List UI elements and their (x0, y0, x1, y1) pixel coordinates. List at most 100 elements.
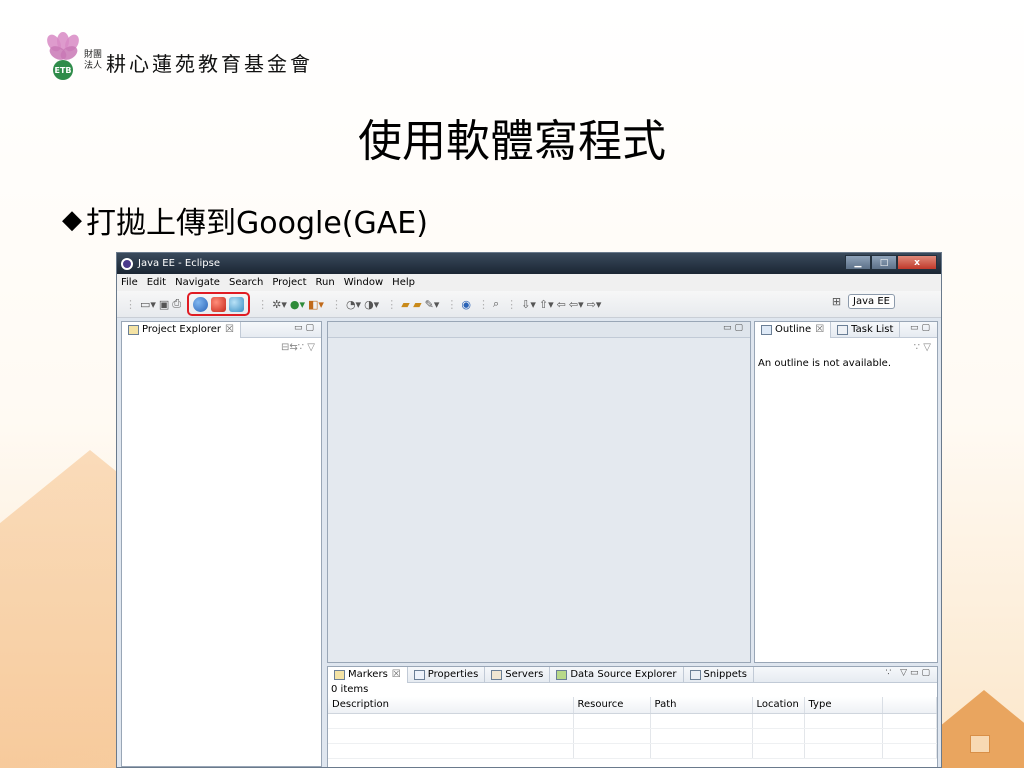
organization-logo: ETB 財團 法人 耕心蓮苑教育基金會 (44, 32, 314, 82)
view-menu-icon[interactable]: ∵ ▽ (914, 342, 931, 353)
table-row (328, 743, 937, 759)
organization-name: 耕心蓮苑教育基金會 (106, 51, 314, 76)
gae-deploy-icon[interactable] (193, 296, 209, 312)
menu-window[interactable]: Window (344, 277, 383, 288)
outline-header: Outline ☒ Task List ▭▢ (755, 321, 937, 338)
search-icon[interactable]: ⌕ (493, 297, 499, 311)
view-menu-icon[interactable]: ∵ ▽ (298, 342, 315, 353)
project-explorer-label: Project Explorer (142, 324, 222, 335)
gae-project-icon[interactable] (211, 296, 227, 312)
snippets-icon (689, 669, 701, 680)
data-source-explorer-label: Data Source Explorer (570, 669, 677, 680)
toolbar-separator: ⋮ (477, 297, 489, 311)
save-icon[interactable]: ▣ (159, 298, 169, 311)
toolbar-separator: ⋮ (386, 297, 398, 311)
close-tab-icon[interactable]: ☒ (225, 324, 234, 335)
outline-message: An outline is not available. (758, 358, 891, 369)
markers-header: Markers ☒ Properties Servers Data Source… (328, 666, 937, 683)
edit-icon[interactable]: ✎▾ (425, 298, 440, 311)
editor-header: ▭▢ (328, 322, 750, 338)
outline-label: Outline (775, 324, 812, 335)
run-icon[interactable]: ●▾ (290, 298, 305, 311)
menu-edit[interactable]: Edit (147, 277, 166, 288)
table-row (328, 728, 937, 744)
new-icon[interactable]: ▭▾ (140, 298, 156, 311)
gae-toolbar-highlight (187, 292, 251, 316)
tab-project-explorer[interactable]: Project Explorer ☒ (122, 321, 241, 338)
project-explorer-header: Project Explorer ☒ ▭▢ (122, 321, 321, 338)
tab-servers[interactable]: Servers (485, 666, 551, 683)
close-tab-icon[interactable]: ☒ (392, 669, 401, 680)
column-description[interactable]: Description (328, 697, 574, 714)
servers-label: Servers (505, 669, 544, 680)
window-controls: ▁ □ x (845, 255, 937, 270)
logo-small-top: 財團 (84, 50, 103, 60)
column-location[interactable]: Location (752, 697, 805, 714)
menu-search[interactable]: Search (229, 277, 263, 288)
column-filler (882, 697, 937, 714)
prev-annotation-icon[interactable]: ⇧▾ (539, 298, 554, 311)
close-tab-icon[interactable]: ☒ (815, 324, 824, 335)
menu-navigate[interactable]: Navigate (175, 277, 220, 288)
markers-panel: Markers ☒ Properties Servers Data Source… (327, 666, 938, 767)
link-editor-icon[interactable]: ⇆ (289, 342, 297, 353)
outline-panel: Outline ☒ Task List ▭▢ ∵ ▽ An outline is… (754, 321, 938, 663)
next-annotation-icon[interactable]: ⇩▾ (521, 298, 536, 311)
markers-table: Description Resource Path Location Type (328, 697, 937, 759)
column-type[interactable]: Type (804, 697, 883, 714)
perspective-java-ee[interactable]: Java EE (848, 294, 895, 309)
menu-file[interactable]: File (121, 277, 138, 288)
close-button[interactable]: x (897, 255, 937, 270)
window-titlebar[interactable]: Java EE - Eclipse ▁ □ x (117, 253, 941, 274)
panel-menu-min-max-icon[interactable]: ∵ ▽▭▢ (885, 668, 933, 678)
back-icon[interactable]: ⇦ (557, 298, 566, 311)
tab-snippets[interactable]: Snippets (684, 666, 754, 683)
menu-help[interactable]: Help (392, 277, 415, 288)
logo-small-bottom: 法人 (84, 61, 103, 71)
tab-properties[interactable]: Properties (408, 666, 486, 683)
column-path[interactable]: Path (650, 697, 753, 714)
toolbar-separator: ⋮ (330, 297, 342, 311)
tab-data-source-explorer[interactable]: Data Source Explorer (550, 666, 684, 683)
perspective-switcher: ⊞ Java EE (832, 294, 895, 309)
tab-markers[interactable]: Markers ☒ (328, 666, 408, 683)
menu-project[interactable]: Project (272, 277, 306, 288)
debug-icon[interactable]: ✲▾ (272, 298, 287, 311)
editor-min-max-icon[interactable]: ▭▢ (723, 323, 746, 333)
eclipse-window: Java EE - Eclipse ▁ □ x File Edit Naviga… (116, 252, 942, 768)
toolbar-separator: ⋮ (506, 297, 518, 311)
collapse-all-icon[interactable]: ⊟ (281, 342, 289, 353)
markers-count: 0 items (331, 684, 369, 695)
open-type-icon[interactable]: ◑▾ (364, 298, 379, 311)
tab-task-list[interactable]: Task List (831, 321, 901, 338)
toolbar-separator: ⋮ (446, 297, 458, 311)
task-list-icon (837, 324, 849, 335)
open-perspective-icon[interactable]: ⊞ (832, 295, 841, 308)
forward-icon[interactable]: ⇨▾ (587, 298, 602, 311)
menu-run[interactable]: Run (316, 277, 335, 288)
gae-app-icon[interactable] (229, 296, 245, 312)
outline-view-toolbar: ∵ ▽ (755, 338, 937, 356)
snippets-label: Snippets (703, 669, 747, 680)
panel-min-max-icon[interactable]: ▭▢ (910, 323, 933, 333)
background-house-window (970, 735, 990, 753)
servers-icon (491, 669, 503, 680)
bullet-diamond-icon: ◆ (62, 205, 82, 235)
menu-bar: File Edit Navigate Search Project Run Wi… (117, 274, 941, 291)
new-server-icon[interactable]: ◔▾ (346, 298, 361, 311)
open-folder-icon[interactable]: ▰ ▰ (401, 298, 421, 311)
maximize-button[interactable]: □ (871, 255, 897, 270)
tab-outline[interactable]: Outline ☒ (755, 321, 832, 338)
column-resource[interactable]: Resource (573, 697, 651, 714)
editor-area[interactable]: ▭▢ (327, 321, 751, 663)
globe-icon[interactable]: ◉ (461, 298, 471, 311)
main-toolbar: ⋮ ▭▾ ▣ ⎙ ⋮ ✲▾ ●▾ ◧▾ ⋮ ◔▾ ◑▾ ⋮ ▰ ▰ ✎▾ ⋮ ◉… (117, 291, 941, 318)
print-icon[interactable]: ⎙ (172, 297, 181, 311)
data-source-icon (556, 669, 568, 680)
bullet-item: ◆ 打拋上傳到Google(GAE) (62, 198, 428, 242)
back-history-icon[interactable]: ⇦▾ (569, 298, 584, 311)
minimize-button[interactable]: ▁ (845, 255, 871, 270)
external-tools-icon[interactable]: ◧▾ (308, 298, 324, 311)
slide-title: 使用軟體寫程式 (358, 116, 666, 167)
panel-min-max-icon[interactable]: ▭▢ (294, 323, 317, 333)
